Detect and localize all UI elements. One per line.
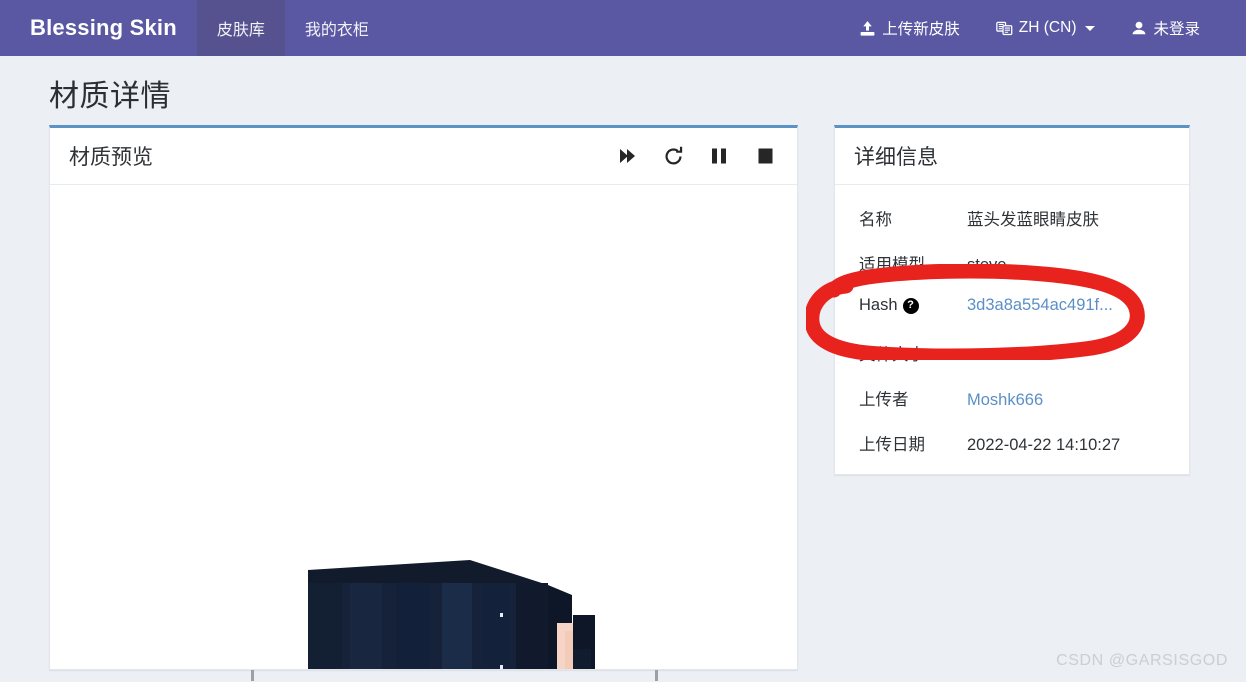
preview-body[interactable]: [50, 185, 797, 669]
language-selector[interactable]: ZH (CN): [978, 19, 1114, 37]
forward-icon[interactable]: [615, 144, 639, 168]
info-value-upload-date: 2022-04-22 14:10:27: [967, 436, 1121, 454]
info-label: 适用模型: [859, 256, 925, 274]
language-icon: [996, 20, 1013, 37]
info-row-hash: Hash ? 3d3a8a554ac491f...: [835, 296, 1189, 341]
nav-tab-label: 我的衣柜: [304, 22, 369, 39]
slider-handle-right[interactable]: [655, 670, 658, 681]
info-value-uploader[interactable]: Moshk666: [967, 391, 1043, 410]
preview-card-header: 材质预览: [50, 128, 797, 185]
preview-card-title: 材质预览: [69, 146, 153, 169]
info-value-hash[interactable]: 3d3a8a554ac491f...: [967, 296, 1113, 315]
preview-slider-strip: [50, 668, 797, 682]
rotate-icon[interactable]: [661, 144, 685, 168]
page-title: 材质详情: [49, 80, 171, 113]
slider-handle-left[interactable]: [251, 670, 254, 681]
upload-skin-button[interactable]: 上传新皮肤: [841, 17, 978, 39]
brand-logo[interactable]: Blessing Skin: [0, 0, 197, 56]
info-label: 名称: [859, 211, 892, 229]
info-label-hash: Hash ?: [859, 296, 967, 315]
info-row-uploader: 上传者 Moshk666: [835, 386, 1189, 431]
info-row-upload-date: 上传日期 2022-04-22 14:10:27: [835, 431, 1189, 476]
top-navbar: Blessing Skin 皮肤库 我的衣柜 上传新皮肤 ZH (CN) 未登录: [0, 0, 1246, 56]
language-label: ZH (CN): [1018, 19, 1077, 36]
info-label-text: Hash: [859, 296, 898, 314]
upload-icon: [859, 20, 876, 37]
info-row-filesize: 文件大小 1 KB: [835, 341, 1189, 386]
info-label: 上传者: [859, 391, 909, 409]
info-value-filesize: 1 KB: [967, 346, 1003, 364]
stop-icon[interactable]: [753, 144, 777, 168]
info-row-name: 名称 蓝头发蓝眼睛皮肤: [835, 206, 1189, 251]
detail-card-title: 详细信息: [854, 146, 938, 169]
texture-preview-card: 材质预览: [49, 125, 798, 670]
preview-toolbar: [615, 144, 777, 168]
skin-arm: [557, 615, 595, 669]
info-row-model: 适用模型 steve: [835, 251, 1189, 296]
user-icon: [1131, 20, 1147, 37]
texture-detail-card: 详细信息 名称 蓝头发蓝眼睛皮肤 适用模型 steve Hash ? 3d3a8…: [834, 125, 1190, 475]
user-account-button[interactable]: 未登录: [1113, 17, 1218, 39]
info-value-model: steve: [967, 256, 1007, 274]
chevron-down-icon: [1085, 25, 1096, 31]
watermark: CSDN @GARSISGOD: [1056, 652, 1228, 669]
info-value-name: 蓝头发蓝眼睛皮肤: [967, 211, 1099, 229]
info-label: 上传日期: [859, 436, 925, 454]
pause-icon[interactable]: [707, 144, 731, 168]
nav-tab-my-closet[interactable]: 我的衣柜: [285, 0, 389, 56]
detail-info-list: 名称 蓝头发蓝眼睛皮肤 适用模型 steve Hash ? 3d3a8a554a…: [835, 185, 1189, 486]
user-account-label: 未登录: [1153, 21, 1200, 38]
upload-skin-label: 上传新皮肤: [882, 21, 960, 38]
question-mark-icon[interactable]: ?: [902, 297, 919, 314]
nav-tab-label: 皮肤库: [216, 22, 265, 39]
skin-3d-viewport[interactable]: [50, 185, 797, 669]
info-label: 文件大小: [859, 346, 925, 364]
detail-card-header: 详细信息: [835, 128, 1189, 185]
navbar-spacer: [389, 0, 841, 56]
navbar-right-group: 上传新皮肤 ZH (CN) 未登录: [841, 0, 1246, 56]
nav-tab-skin-library[interactable]: 皮肤库: [196, 0, 285, 56]
